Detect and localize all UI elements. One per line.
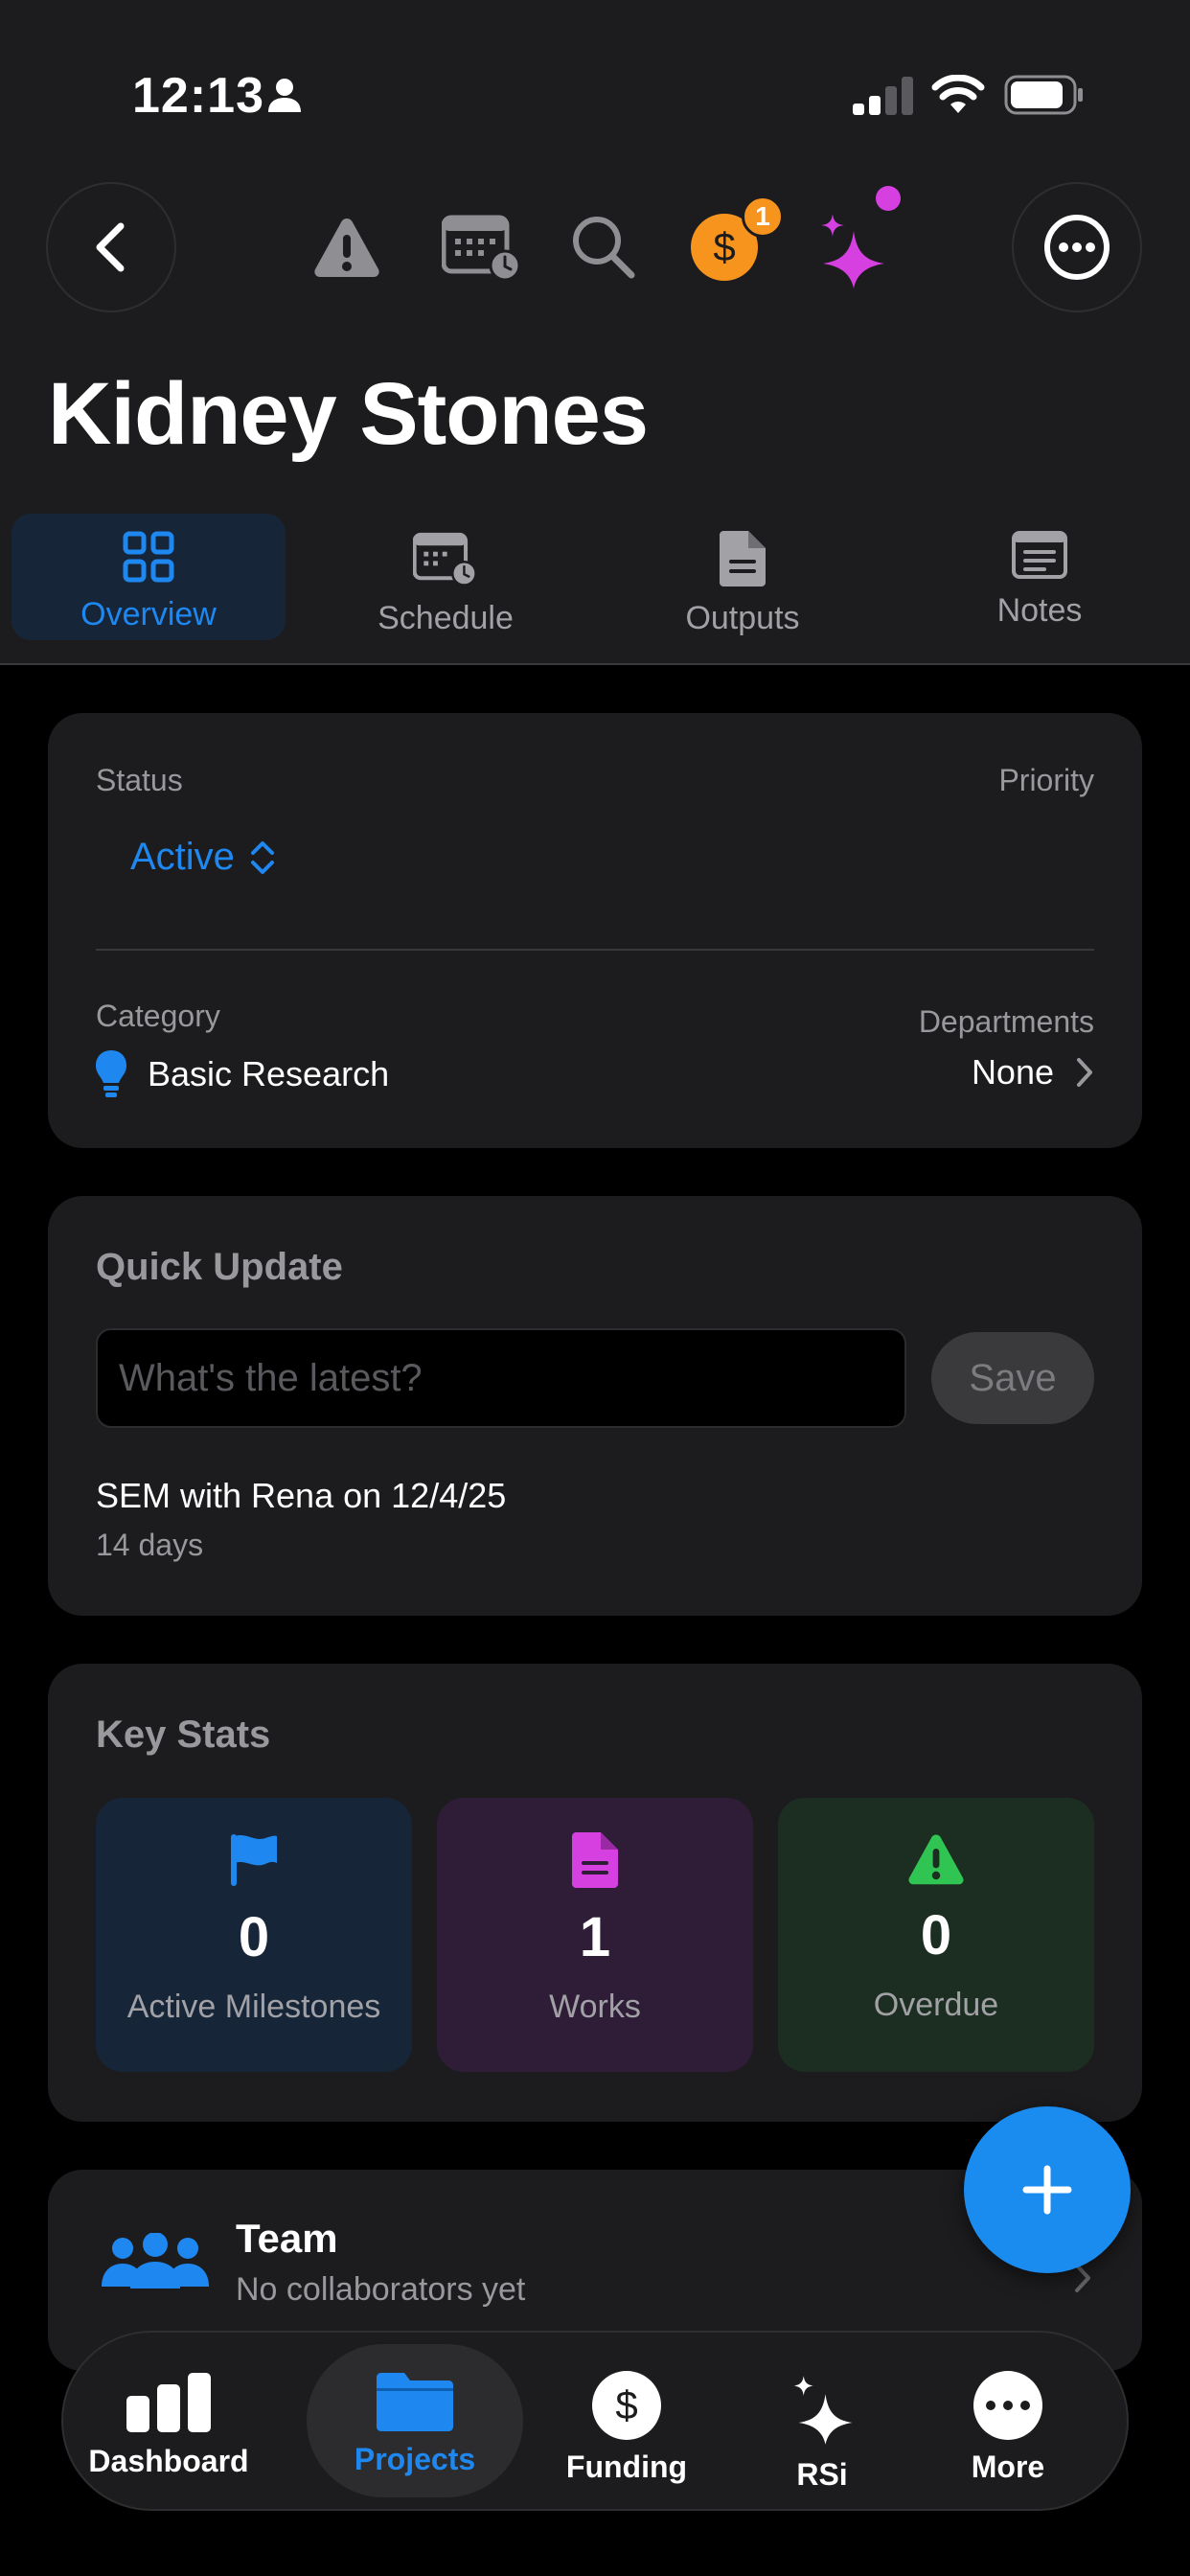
tab-schedule[interactable]: Schedule xyxy=(309,514,583,640)
rsi-notification-dot xyxy=(876,186,901,211)
schedule-button[interactable] xyxy=(439,209,525,286)
search-icon xyxy=(573,217,635,279)
tabbar-funding[interactable]: $ Funding xyxy=(540,2344,713,2497)
stat-label: Works xyxy=(549,1989,641,2025)
quick-update-card: Quick Update Save SEM with Rena on 12/4/… xyxy=(48,1196,1142,1616)
last-update-age: 14 days xyxy=(96,1528,204,1562)
header: 12:13 $ 1 Kidney Stones Overview Schedul… xyxy=(0,0,1190,665)
departments-label: Departments xyxy=(918,1004,1094,1039)
calendar-clock-icon xyxy=(442,215,521,281)
dollar-icon: $ xyxy=(592,2371,661,2440)
tab-overview[interactable]: Overview xyxy=(11,514,286,640)
tabbar-rsi[interactable]: RSi xyxy=(745,2344,899,2497)
category-picker[interactable]: Basic Research xyxy=(96,1050,389,1098)
funding-badge: 1 xyxy=(742,196,784,238)
document-icon xyxy=(572,1832,618,1888)
last-update-text: SEM with Rena on 12/4/25 xyxy=(96,1476,507,1515)
stat-value: 0 xyxy=(238,1906,270,1968)
departments-value: None xyxy=(971,1052,1054,1092)
tab-notes[interactable]: Notes xyxy=(903,514,1177,640)
team-subtitle: No collaborators yet xyxy=(236,2271,526,2308)
divider xyxy=(96,949,1094,951)
tabbar-label: More xyxy=(971,2450,1045,2484)
segmented-tabs: Overview Schedule Outputs Notes xyxy=(0,514,1190,663)
stat-active-milestones[interactable]: 0 Active Milestones xyxy=(96,1798,412,2072)
calendar-clock-icon xyxy=(413,532,477,586)
folder-icon xyxy=(377,2373,453,2431)
stat-label: Overdue xyxy=(873,1987,999,2023)
lightbulb-icon xyxy=(96,1050,126,1097)
team-icon xyxy=(102,2233,209,2288)
stat-overdue[interactable]: 0 Overdue xyxy=(778,1798,1094,2072)
status-bar: 12:13 xyxy=(0,0,1190,182)
tab-outputs[interactable]: Outputs xyxy=(606,514,880,640)
quick-update-input[interactable] xyxy=(96,1328,906,1428)
tabbar-label: Dashboard xyxy=(88,2444,249,2478)
wifi-icon xyxy=(931,75,985,113)
page-title: Kidney Stones xyxy=(48,365,649,463)
stat-works[interactable]: 1 Works xyxy=(437,1798,753,2072)
tabbar-label: RSi xyxy=(796,2457,848,2492)
rsi-assistant-button[interactable] xyxy=(811,205,897,291)
alerts-button[interactable] xyxy=(309,209,385,286)
more-options-button[interactable] xyxy=(1012,182,1142,312)
battery-icon xyxy=(1004,75,1083,115)
status-time: 12:13 xyxy=(132,68,264,124)
tabbar-label: Funding xyxy=(565,2450,688,2484)
tabbar-label: Projects xyxy=(354,2442,476,2476)
add-button[interactable] xyxy=(964,2106,1131,2273)
bottom-tab-bar: Dashboard Projects $ Funding RSi More xyxy=(61,2331,1129,2511)
warning-icon xyxy=(908,1834,964,1885)
tabbar-dashboard[interactable]: Dashboard xyxy=(82,2344,255,2497)
departments-selector[interactable]: None xyxy=(972,1052,1094,1092)
tabbar-more[interactable]: More xyxy=(931,2344,1085,2497)
category-value: Basic Research xyxy=(148,1054,390,1093)
team-title: Team xyxy=(236,2216,338,2261)
warning-icon xyxy=(314,218,379,277)
key-stats-title: Key Stats xyxy=(96,1714,271,1756)
save-button[interactable]: Save xyxy=(931,1332,1094,1424)
plus-icon xyxy=(1022,2165,1072,2215)
sparkles-icon xyxy=(793,2376,853,2445)
flag-icon xyxy=(231,1834,277,1886)
stat-value: 0 xyxy=(920,1904,952,1966)
search-button[interactable] xyxy=(565,209,642,286)
notes-icon xyxy=(1012,531,1067,579)
quick-update-title: Quick Update xyxy=(96,1246,343,1288)
chevron-right-icon xyxy=(1077,1058,1092,1087)
back-button[interactable] xyxy=(46,182,176,312)
document-icon xyxy=(720,531,766,586)
tab-label: Notes xyxy=(996,592,1083,629)
tab-label: Overview xyxy=(80,596,217,632)
sparkles-icon xyxy=(821,214,884,288)
stat-value: 1 xyxy=(579,1906,611,1968)
chevron-left-icon xyxy=(96,222,125,272)
key-stats-card: Key Stats 0 Active Milestones 1 Works 0 … xyxy=(48,1664,1142,2122)
tab-label: Outputs xyxy=(685,600,800,636)
status-value: Active xyxy=(130,836,235,878)
status-label: Status xyxy=(96,763,183,797)
chevron-up-down-icon xyxy=(250,840,274,874)
status-picker[interactable]: Active xyxy=(130,836,277,879)
details-card: Status Priority Active Category Basic Re… xyxy=(48,713,1142,1148)
bar-chart-icon xyxy=(126,2373,211,2432)
tabbar-projects[interactable]: Projects xyxy=(307,2344,523,2497)
priority-label: Priority xyxy=(998,763,1094,797)
category-label: Category xyxy=(96,999,220,1033)
stat-label: Active Milestones xyxy=(126,1989,381,2025)
cellular-signal-icon xyxy=(853,77,913,115)
header-divider xyxy=(0,663,1190,665)
grid-icon xyxy=(123,531,174,583)
person-icon xyxy=(268,79,301,112)
ellipsis-circle-icon xyxy=(1044,215,1110,280)
tab-label: Schedule xyxy=(378,600,514,636)
ellipsis-icon xyxy=(973,2371,1042,2440)
